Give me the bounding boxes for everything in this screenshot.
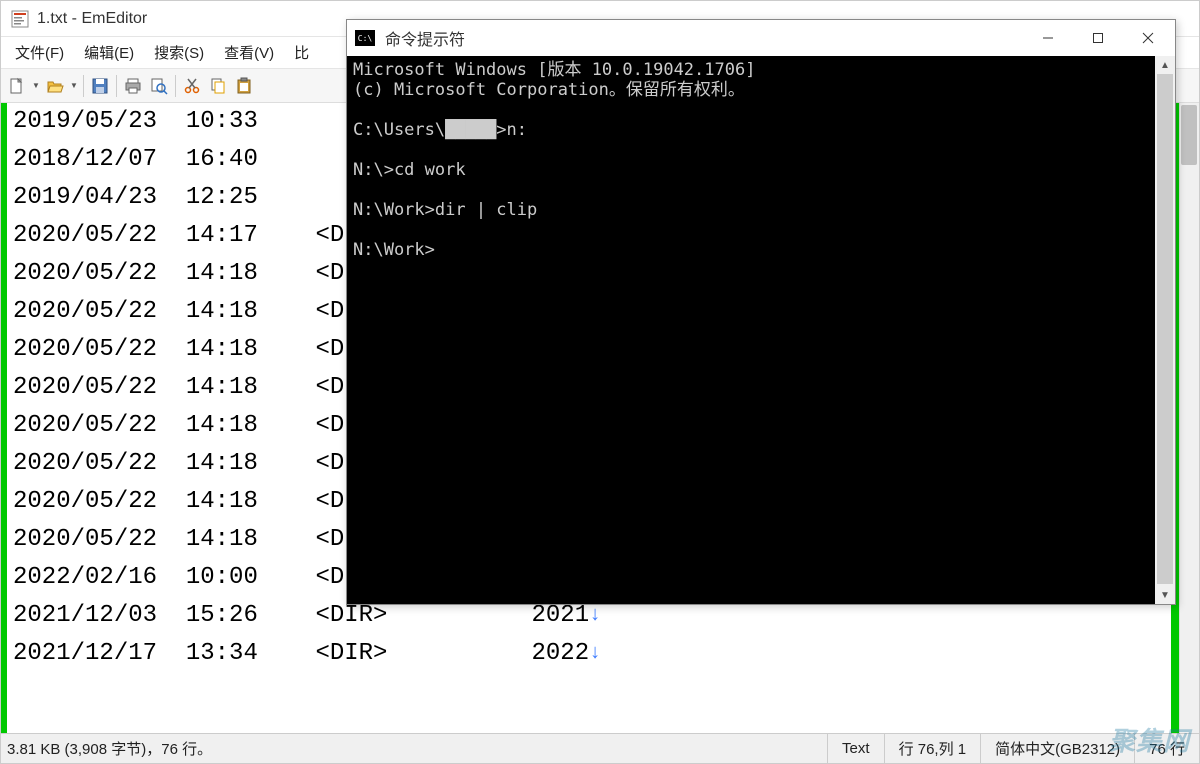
cmd-scrollbar[interactable]: ▲ ▼: [1155, 56, 1175, 604]
cmd-scrollbar-thumb[interactable]: [1157, 74, 1173, 584]
menu-view[interactable]: 查看(V): [214, 38, 284, 67]
menu-file[interactable]: 文件(F): [5, 38, 74, 67]
emeditor-title: 1.txt - EmEditor: [37, 10, 147, 28]
save-button[interactable]: [88, 74, 112, 98]
toolbar-separator: [175, 75, 176, 97]
scroll-down-icon[interactable]: ▼: [1155, 586, 1175, 604]
toolbar-separator: [83, 75, 84, 97]
scroll-up-icon[interactable]: ▲: [1155, 56, 1175, 74]
menu-search[interactable]: 搜索(S): [144, 38, 214, 67]
cmd-window[interactable]: C:\ 命令提示符 Microsoft Windows [版本 10.0.190…: [346, 19, 1176, 605]
status-filesize: 3.81 KB (3,908 字节)，76 行。: [1, 738, 827, 759]
print-preview-button[interactable]: [147, 74, 171, 98]
text-line[interactable]: 2021/12/17 13:34 <DIR> 2022↓: [13, 635, 1199, 673]
menu-edit[interactable]: 编辑(E): [74, 38, 144, 67]
status-encoding[interactable]: 简体中文(GB2312): [980, 734, 1134, 763]
status-position[interactable]: 行 76,列 1: [884, 734, 981, 763]
vertical-scrollbar[interactable]: [1179, 103, 1199, 733]
cmd-title: 命令提示符: [385, 26, 1023, 50]
open-file-button[interactable]: [43, 74, 67, 98]
status-lines: 76 行: [1134, 734, 1199, 763]
new-dropdown-icon[interactable]: ▼: [31, 81, 41, 90]
paste-button[interactable]: [232, 74, 256, 98]
minimize-button[interactable]: [1023, 22, 1073, 54]
new-file-button[interactable]: [5, 74, 29, 98]
emeditor-app-icon: [11, 10, 29, 28]
toolbar-separator: [116, 75, 117, 97]
cut-button[interactable]: [180, 74, 204, 98]
status-mode[interactable]: Text: [827, 734, 884, 763]
copy-button[interactable]: [206, 74, 230, 98]
open-dropdown-icon[interactable]: ▼: [69, 81, 79, 90]
emeditor-statusbar: 3.81 KB (3,908 字节)，76 行。 Text 行 76,列 1 简…: [1, 733, 1199, 763]
scrollbar-thumb[interactable]: [1181, 105, 1197, 165]
return-mark-icon: ↓: [589, 635, 601, 673]
close-button[interactable]: [1123, 22, 1173, 54]
print-button[interactable]: [121, 74, 145, 98]
cmd-app-icon: C:\: [355, 30, 375, 46]
cmd-titlebar[interactable]: C:\ 命令提示符: [347, 20, 1175, 56]
cmd-text-area[interactable]: Microsoft Windows [版本 10.0.19042.1706] (…: [347, 56, 1155, 604]
cmd-content: Microsoft Windows [版本 10.0.19042.1706] (…: [347, 56, 1175, 604]
maximize-button[interactable]: [1073, 22, 1123, 54]
menu-compare[interactable]: 比: [284, 38, 319, 67]
